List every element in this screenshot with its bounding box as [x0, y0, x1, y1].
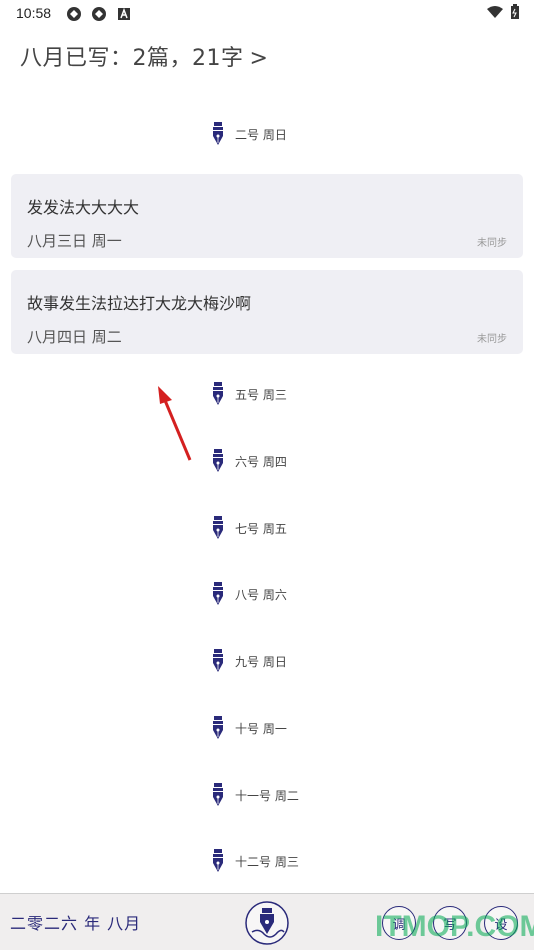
- day-row[interactable]: 七号 周五: [0, 514, 534, 542]
- month-summary-text: 八月已写：2篇，21字: [20, 46, 244, 71]
- day-label: 六号 周四: [235, 455, 287, 469]
- entry-date: 八月四日 周二: [27, 328, 122, 346]
- pen-icon: [211, 783, 225, 807]
- write-button-label: 写: [443, 917, 457, 933]
- day-label: 七号 周五: [235, 522, 287, 536]
- entry-title: 发发法大大大大: [27, 198, 140, 217]
- entry-date: 八月三日 周一: [27, 232, 122, 250]
- day-row[interactable]: 八号 周六: [0, 580, 534, 608]
- pen-icon: [211, 382, 225, 406]
- settings-button[interactable]: 设: [484, 906, 518, 940]
- day-label: 五号 周三: [235, 388, 287, 402]
- day-label: 八号 周六: [235, 588, 287, 602]
- sync-icon: [67, 7, 81, 21]
- settings-button-label: 设: [494, 917, 508, 933]
- pen-icon: [211, 582, 225, 606]
- pen-icon: [211, 516, 225, 540]
- day-row[interactable]: 十二号 周三: [0, 847, 534, 875]
- sync-icon-2: [92, 7, 106, 21]
- annotation-arrow-icon: [158, 386, 192, 461]
- pen-icon: [211, 716, 225, 740]
- pen-logo-button[interactable]: [244, 900, 290, 946]
- day-label: 二号 周日: [235, 128, 287, 142]
- day-label: 十号 周一: [235, 722, 287, 736]
- day-row[interactable]: 十一号 周二: [0, 781, 534, 809]
- wifi-icon: [487, 6, 503, 18]
- status-bar: 10:58: [0, 0, 534, 28]
- entry-title: 故事发生法拉达打大龙大梅沙啊: [27, 294, 252, 313]
- entry-card[interactable]: 发发法大大大大 八月三日 周一 未同步: [11, 174, 523, 258]
- pen-icon: [211, 649, 225, 673]
- day-row[interactable]: 九号 周日: [0, 647, 534, 675]
- entry-card[interactable]: 故事发生法拉达打大龙大梅沙啊 八月四日 周二 未同步: [11, 270, 523, 354]
- chevron-right-icon: >: [249, 46, 269, 71]
- day-label: 九号 周日: [235, 655, 287, 669]
- day-label: 十二号 周三: [235, 855, 299, 869]
- sync-status: 未同步: [477, 334, 507, 345]
- pen-icon: [211, 849, 225, 873]
- adjust-button-label: 调: [392, 917, 406, 933]
- bottom-bar: 二零二六 年 八月 调 写 设: [0, 893, 534, 950]
- notification-a-icon: [118, 7, 130, 20]
- month-selector[interactable]: 二零二六 年 八月: [10, 910, 141, 934]
- status-time: 10:58: [16, 5, 52, 21]
- day-row[interactable]: 六号 周四: [0, 447, 534, 475]
- day-label: 十一号 周二: [235, 789, 299, 803]
- adjust-button[interactable]: 调: [382, 906, 416, 940]
- pen-icon: [211, 449, 225, 473]
- day-row[interactable]: 二号 周日: [0, 120, 534, 148]
- month-summary[interactable]: 八月已写：2篇，21字 >: [20, 40, 268, 72]
- write-button[interactable]: 写: [433, 906, 467, 940]
- sync-status: 未同步: [477, 238, 507, 249]
- day-row[interactable]: 十号 周一: [0, 714, 534, 742]
- pen-icon: [211, 122, 225, 146]
- battery-icon: [511, 4, 519, 19]
- day-row[interactable]: 五号 周三: [0, 380, 534, 408]
